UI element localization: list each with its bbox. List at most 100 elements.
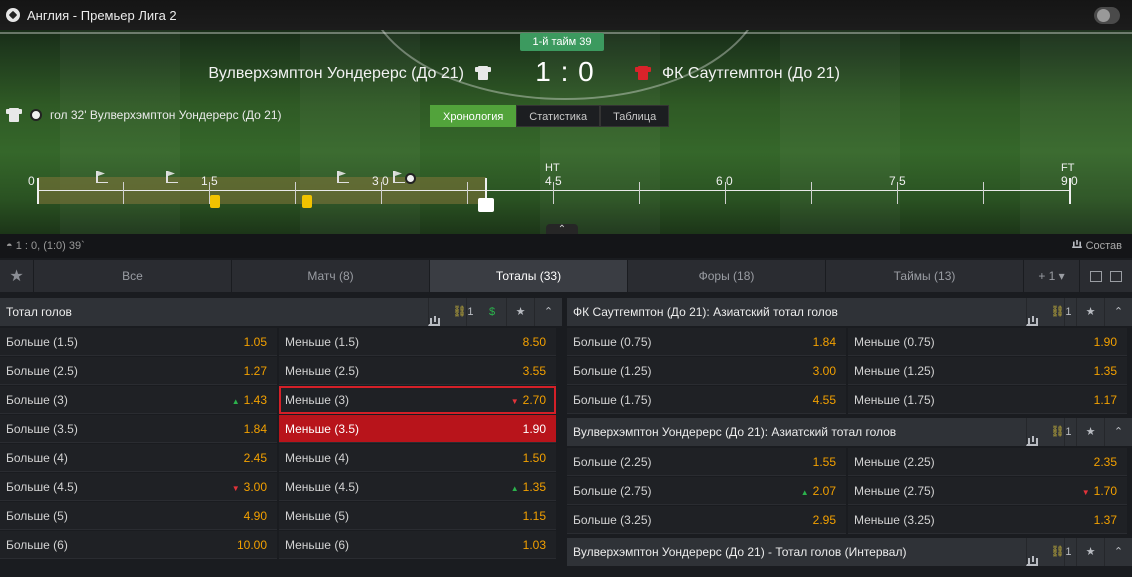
stats-chart-icon[interactable] [1018, 418, 1046, 446]
match-score: 1 : 0 [535, 56, 595, 87]
bet-over-button[interactable]: Больше (3) ▲ 1.43 [0, 386, 277, 414]
bet-over-button[interactable]: Больше (4.5) ▼ 3.00 [0, 473, 277, 501]
bet-under-button[interactable]: Меньше (4.5) ▲ 1.35 [279, 473, 556, 501]
collapse-chevron-icon[interactable]: ⌃ [1104, 298, 1132, 326]
bet-label: Меньше (4) [285, 451, 349, 465]
link-icon[interactable]: ⛓1 [1046, 418, 1076, 446]
bet-over-button[interactable]: Больше (3.25) 2.95 [567, 506, 846, 534]
grid-view-icon[interactable] [1090, 270, 1102, 282]
odds-row: Больше (0.75) 1.84 Меньше (0.75) 1.90 [567, 328, 1127, 356]
favorites-star-icon[interactable]: ★ [0, 260, 34, 292]
link-icon[interactable]: ⛓1 [1046, 298, 1076, 326]
bet-over-button[interactable]: Больше (3.5) 1.84 [0, 415, 277, 443]
league-title[interactable]: Англия - Премьер Лига 2 [27, 8, 177, 23]
bet-odd-value: 1.90 [522, 422, 546, 436]
bet-over-button[interactable]: Больше (2.75) ▲ 2.07 [567, 477, 846, 505]
tab-all[interactable]: Все [34, 260, 232, 292]
bet-label: Меньше (1.5) [285, 335, 359, 349]
tab-more-dropdown[interactable]: + 1 ▾ [1024, 260, 1080, 292]
bet-label: Больше (0.75) [573, 335, 652, 349]
panel-home-asian-header[interactable]: Вулверхэмптон Уондерерс (До 21): Азиатск… [567, 418, 1132, 446]
bet-odd: 1.55 [813, 448, 836, 476]
collapse-chevron-icon[interactable]: ⌃ [1104, 538, 1132, 566]
tab-timeline[interactable]: Хронология [430, 105, 517, 127]
corner-flag-icon [96, 171, 108, 183]
bet-over-button[interactable]: Больше (4) 2.45 [0, 444, 277, 472]
odds-row: Больше (1.25) 3.00 Меньше (1.25) 1.35 [567, 357, 1127, 385]
link-icon[interactable]: ⛓1 [448, 298, 478, 326]
bet-label: Меньше (0.75) [854, 335, 935, 349]
bet-label: Меньше (6) [285, 538, 349, 552]
collapse-header-button[interactable]: ⌃ [546, 224, 578, 234]
bet-label: Меньше (1.25) [854, 364, 935, 378]
bet-under-button[interactable]: Меньше (3) ▼ 2.70 [279, 386, 556, 414]
stats-chart-icon[interactable] [1018, 538, 1046, 566]
favorite-star-icon[interactable]: ★ [1076, 418, 1104, 446]
bet-over-button[interactable]: Больше (1.5) 1.05 [0, 328, 277, 356]
timeline-label: 0 [28, 174, 35, 188]
link-icon[interactable]: ⛓1 [1046, 538, 1076, 566]
collapse-chevron-icon[interactable]: ⌃ [1104, 418, 1132, 446]
info-score: ◓ 1 : 0, (1:0) 39` [6, 240, 85, 252]
bet-under-button[interactable]: Меньше (0.75) 1.90 [848, 328, 1127, 356]
bet-under-button[interactable]: Меньше (2.5) 3.55 [279, 357, 556, 385]
bet-over-button[interactable]: Больше (6) 10.00 [0, 531, 277, 559]
bet-under-button[interactable]: Меньше (1.5) 8.50 [279, 328, 556, 356]
tab-handicaps[interactable]: Форы (18) [628, 260, 826, 292]
bet-under-button[interactable]: Меньше (3.25) 1.37 [848, 506, 1127, 534]
list-view-icon[interactable] [1110, 270, 1122, 282]
panel-total-goals-header[interactable]: Тотал голов ⛓1 $ ★ ⌃ [0, 298, 562, 326]
stats-chart-icon[interactable] [1018, 298, 1046, 326]
odds-row: Больше (6) 10.00 Меньше (6) 1.03 [0, 531, 556, 559]
bet-odd: 1.90 [1094, 328, 1117, 356]
timeline-axis [38, 190, 1071, 191]
header-toggle-button[interactable] [1094, 7, 1120, 24]
bet-odd-value: 1.37 [1093, 513, 1117, 527]
bet-odd-value: 8.50 [522, 335, 546, 349]
whistle-icon: ◓ [6, 240, 16, 252]
bet-over-button[interactable]: Больше (0.75) 1.84 [567, 328, 846, 356]
bet-over-button[interactable]: Больше (2.5) 1.27 [0, 357, 277, 385]
odds-row: Больше (2.5) 1.27 Меньше (2.5) 3.55 [0, 357, 556, 385]
bet-over-button[interactable]: Больше (2.25) 1.55 [567, 448, 846, 476]
bet-under-button[interactable]: Меньше (3.5) 1.90 [279, 415, 556, 443]
bet-odd: 1.05 [244, 328, 267, 356]
panel-home-interval-header[interactable]: Вулверхэмптон Уондерерс (До 21) - Тотал … [567, 538, 1132, 566]
collapse-chevron-icon[interactable]: ⌃ [534, 298, 562, 326]
tab-totals[interactable]: Тоталы (33) [430, 260, 628, 292]
bet-under-button[interactable]: Меньше (2.25) 2.35 [848, 448, 1127, 476]
bet-over-button[interactable]: Больше (1.75) 4.55 [567, 386, 846, 414]
home-shirt-icon [6, 108, 22, 122]
bet-label: Больше (3.25) [573, 513, 652, 527]
bet-under-button[interactable]: Меньше (6) 1.03 [279, 531, 556, 559]
odds-row: Больше (3.5) 1.84 Меньше (3.5) 1.90 [0, 415, 556, 443]
favorite-star-icon[interactable]: ★ [506, 298, 534, 326]
panel-title: Вулверхэмптон Уондерерс (До 21) - Тотал … [573, 545, 907, 559]
favorite-star-icon[interactable]: ★ [1076, 538, 1104, 566]
lineup-link[interactable]: Состав [1071, 239, 1122, 252]
bet-under-button[interactable]: Меньше (4) 1.50 [279, 444, 556, 472]
bet-under-button[interactable]: Меньше (5) 1.15 [279, 502, 556, 530]
tab-statistics[interactable]: Статистика [516, 105, 601, 127]
tab-table[interactable]: Таблица [600, 105, 670, 127]
bet-under-button[interactable]: Меньше (1.75) 1.17 [848, 386, 1127, 414]
cashout-icon[interactable]: $ [478, 298, 506, 326]
favorite-star-icon[interactable]: ★ [1076, 298, 1104, 326]
tab-halves[interactable]: Таймы (13) [826, 260, 1024, 292]
panel-title: Вулверхэмптон Уондерерс (До 21): Азиатск… [573, 425, 897, 439]
bet-over-button[interactable]: Больше (5) 4.90 [0, 502, 277, 530]
tab-match[interactable]: Матч (8) [232, 260, 430, 292]
bet-odd-value: 1.15 [522, 509, 546, 523]
bet-under-button[interactable]: Меньше (2.75) ▼ 1.70 [848, 477, 1127, 505]
bet-over-button[interactable]: Больше (1.25) 3.00 [567, 357, 846, 385]
bet-odd-value: 3.00 [812, 364, 836, 378]
layout-switcher [1080, 260, 1132, 292]
home-shirt-icon [475, 66, 491, 80]
panel-away-asian-header[interactable]: ФК Саутгемптон (До 21): Азиатский тотал … [567, 298, 1132, 326]
last-event: гол 32' Вулверхэмптон Уондерерс (До 21) [6, 108, 282, 122]
bet-odd: ▲ 1.35 [511, 473, 546, 503]
stats-chart-icon[interactable] [420, 298, 448, 326]
corner-flag-icon [166, 171, 178, 183]
bet-under-button[interactable]: Меньше (1.25) 1.35 [848, 357, 1127, 385]
yellow-card-icon [302, 195, 312, 208]
